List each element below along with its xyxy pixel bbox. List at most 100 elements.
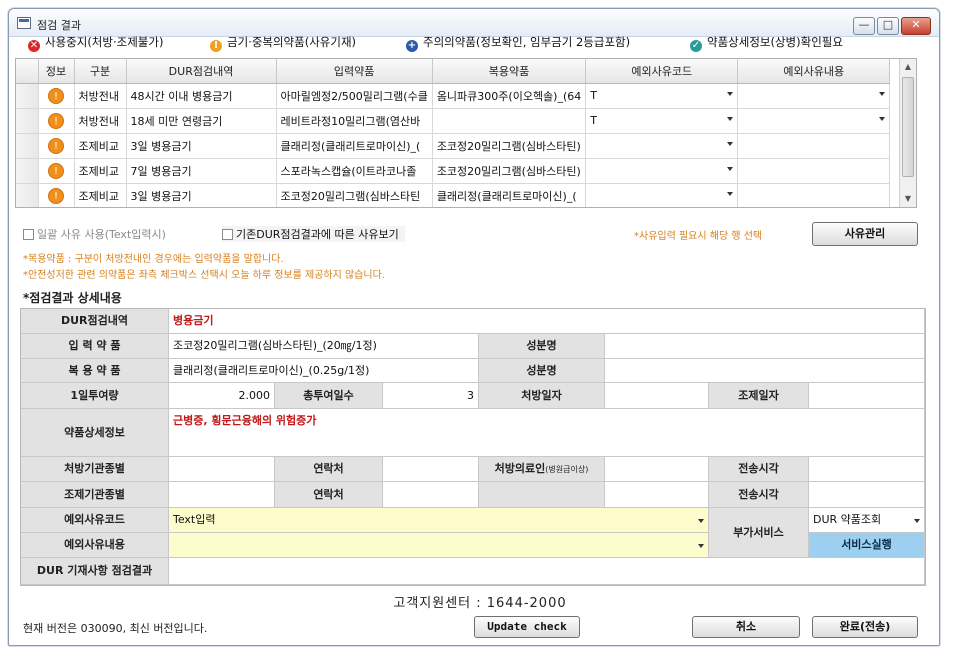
table-row[interactable]: ! 조제비교 7일 병용금기 스포라녹스캡슐(이트라코나졸 조코정20밀리그램(… <box>16 158 891 184</box>
exception-code-dropdown[interactable] <box>585 183 739 207</box>
row-selector[interactable] <box>16 133 39 159</box>
input-drug-cell[interactable]: 레비트라정10밀리그램(염산바 <box>276 108 433 134</box>
chevron-down-icon[interactable] <box>879 91 886 96</box>
grid-vertical-scrollbar[interactable]: ▲ ▼ <box>899 59 916 207</box>
dispense-org-label: 조제기관종별 <box>21 482 169 508</box>
chevron-down-icon[interactable] <box>914 519 920 523</box>
chevron-down-icon[interactable] <box>727 191 734 196</box>
exception-reason-select[interactable] <box>169 533 709 558</box>
exception-reason-dropdown[interactable] <box>737 83 891 109</box>
warning-icon[interactable]: ! <box>48 187 64 204</box>
input-drug-cell[interactable]: 아마릴엠정2/500밀리그램(수클 <box>276 83 433 109</box>
warning-icon[interactable]: ! <box>48 162 64 179</box>
prev-reason-checkbox[interactable]: 기존DUR점검결과에 따른 사유보기 <box>222 226 405 242</box>
rx-doctor-label: 처방의료인(병원급이상) <box>479 457 605 482</box>
update-check-button[interactable]: Update check <box>474 616 580 638</box>
row-selector[interactable] <box>16 183 39 207</box>
total-days-label: 총투여일수 <box>275 383 383 409</box>
chevron-down-icon[interactable] <box>727 166 734 171</box>
col-header-dur[interactable]: DUR점검내역 <box>126 59 277 84</box>
col-header-info[interactable]: 정보 <box>38 59 75 84</box>
taking-drug-cell[interactable]: 클래리정(클래리트로마이신)_( <box>432 183 587 207</box>
warning-icon[interactable]: ! <box>48 137 64 154</box>
col-header-taking-drug[interactable]: 복용약품 <box>432 59 587 84</box>
row-selector[interactable] <box>16 83 39 109</box>
checkbox-box[interactable] <box>23 229 34 240</box>
info-cell[interactable]: ! <box>38 183 75 207</box>
type-cell[interactable]: 조제비교 <box>74 133 127 159</box>
row-selector[interactable] <box>16 158 39 184</box>
info-cell[interactable]: ! <box>38 133 75 159</box>
table-row[interactable]: ! 조제비교 3일 병용금기 클래리정(클래리트로마이신)_( 조코정20밀리그… <box>16 133 891 159</box>
warning-icon[interactable]: ! <box>48 112 64 129</box>
dur-cell[interactable]: 3일 병용금기 <box>126 133 277 159</box>
exception-code-dropdown[interactable]: T <box>585 83 739 109</box>
col-header-input-drug[interactable]: 입력약품 <box>276 59 433 84</box>
scroll-down-icon[interactable]: ▼ <box>900 191 916 207</box>
exception-code-selected: Text입력 <box>173 513 216 526</box>
blank-label-cell <box>479 482 605 508</box>
dur-cell[interactable]: 18세 미만 연령금기 <box>126 108 277 134</box>
taking-drug-cell[interactable] <box>432 108 587 134</box>
input-drug-cell[interactable]: 스포라녹스캡슐(이트라코나졸 <box>276 158 433 184</box>
chevron-down-icon[interactable] <box>727 141 734 146</box>
input-drug-cell[interactable]: 클래리정(클래리트로마이신)_( <box>276 133 433 159</box>
type-cell[interactable]: 처방전내 <box>74 83 127 109</box>
type-cell[interactable]: 처방전내 <box>74 108 127 134</box>
close-button[interactable]: ✕ <box>901 17 931 35</box>
col-header-type[interactable]: 구분 <box>74 59 127 84</box>
type-cell[interactable]: 조제비교 <box>74 158 127 184</box>
col-header-exception-reason[interactable]: 예외사유내용 <box>737 59 891 84</box>
col-header-exception-code[interactable]: 예외사유코드 <box>585 59 739 84</box>
chevron-down-icon[interactable] <box>698 544 704 548</box>
table-row[interactable]: ! 처방전내 18세 미만 연령금기 레비트라정10밀리그램(염산바 T <box>16 108 891 134</box>
maximize-button[interactable]: □ <box>877 17 899 35</box>
table-row[interactable]: ! 조제비교 3일 병용금기 조코정20밀리그램(심바스타틴 클래리정(클래리트… <box>16 183 891 207</box>
minimize-button[interactable]: — <box>853 17 875 35</box>
app-icon <box>17 17 31 29</box>
checkbox-box[interactable] <box>222 229 233 240</box>
contact-label: 연락처 <box>275 457 383 482</box>
ingredient2-label: 성분명 <box>479 359 605 383</box>
table-row[interactable]: ! 처방전내 48시간 이내 병용금기 아마릴엠정2/500밀리그램(수클 옴니… <box>16 83 891 109</box>
taking-drug-cell[interactable]: 옴니파큐300주(이오헥솔)_(64 <box>432 83 587 109</box>
input-drug-cell[interactable]: 조코정20밀리그램(심바스타틴 <box>276 183 433 207</box>
bulk-reason-checkbox[interactable]: 일괄 사유 사용(Text입력시) <box>23 226 166 242</box>
chevron-down-icon[interactable] <box>879 116 886 121</box>
dur-cell[interactable]: 3일 병용금기 <box>126 183 277 207</box>
chevron-down-icon[interactable] <box>727 91 734 96</box>
rx-date-label: 처방일자 <box>479 383 605 409</box>
row-selector[interactable] <box>16 108 39 134</box>
prev-reason-label: 기존DUR점검결과에 따른 사유보기 <box>236 228 399 241</box>
dur-value: 병용금기 <box>169 309 925 334</box>
info-cell[interactable]: ! <box>38 83 75 109</box>
exception-reason-cell[interactable] <box>737 183 891 207</box>
manage-reason-button[interactable]: 사유관리 <box>812 222 918 246</box>
chevron-down-icon[interactable] <box>727 116 734 121</box>
exception-reason-cell[interactable] <box>737 158 891 184</box>
check-icon: ✓ <box>690 40 702 52</box>
taking-drug-cell[interactable]: 조코정20밀리그램(심바스타틴) <box>432 133 587 159</box>
daily-dose-value: 2.000 <box>169 383 275 409</box>
info-cell[interactable]: ! <box>38 158 75 184</box>
scrollbar-thumb[interactable] <box>902 77 914 177</box>
complete-send-button[interactable]: 완료(전송) <box>812 616 918 638</box>
run-service-button[interactable]: 서비스실행 <box>809 533 925 558</box>
exception-code-dropdown[interactable] <box>585 158 739 184</box>
chevron-down-icon[interactable] <box>698 519 704 523</box>
scroll-up-icon[interactable]: ▲ <box>900 59 916 75</box>
taking-drug-cell[interactable]: 조코정20밀리그램(심바스타틴) <box>432 158 587 184</box>
addon-service-select[interactable]: DUR 약품조회 <box>809 508 925 533</box>
exception-code-dropdown[interactable]: T <box>585 108 739 134</box>
plus-icon: + <box>406 40 418 52</box>
info-cell[interactable]: ! <box>38 108 75 134</box>
exception-reason-dropdown[interactable] <box>737 108 891 134</box>
warning-icon[interactable]: ! <box>48 87 64 104</box>
exception-code-dropdown[interactable] <box>585 133 739 159</box>
exception-reason-cell[interactable] <box>737 133 891 159</box>
type-cell[interactable]: 조제비교 <box>74 183 127 207</box>
dur-cell[interactable]: 48시간 이내 병용금기 <box>126 83 277 109</box>
cancel-button[interactable]: 취소 <box>692 616 800 638</box>
exception-code-select[interactable]: Text입력 <box>169 508 709 533</box>
dur-cell[interactable]: 7일 병용금기 <box>126 158 277 184</box>
